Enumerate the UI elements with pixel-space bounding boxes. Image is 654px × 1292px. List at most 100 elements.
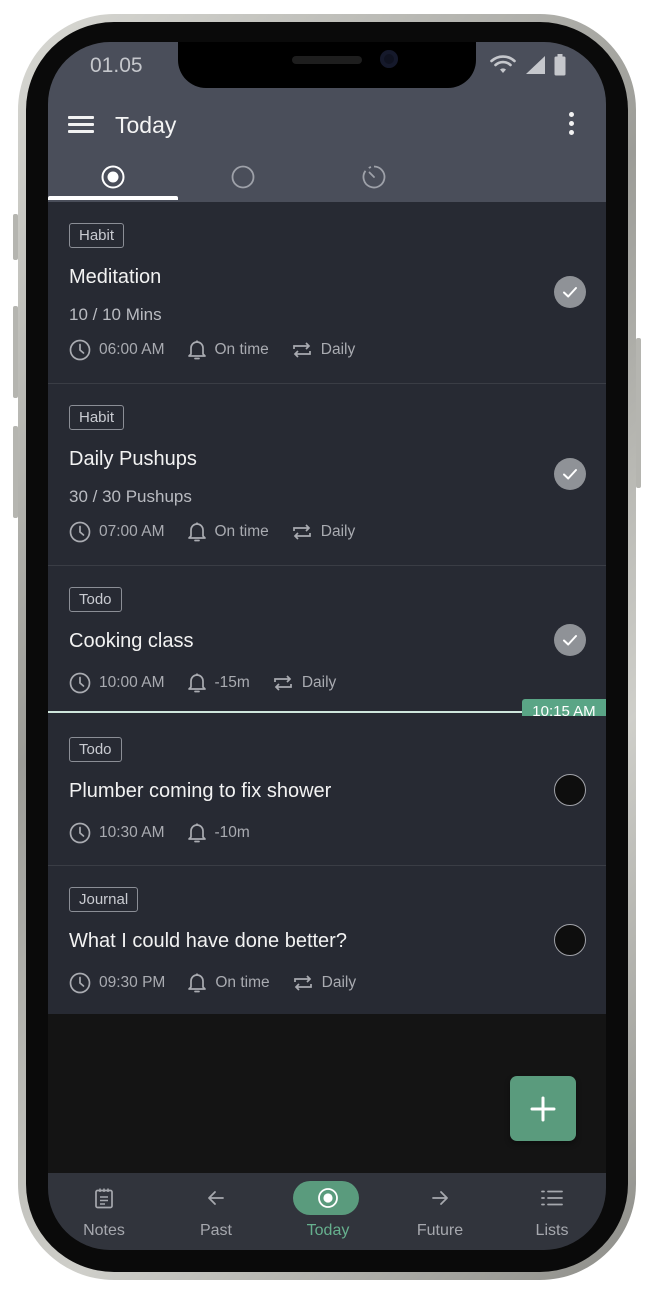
item-type-tag: Journal xyxy=(69,887,139,912)
screen: 01.05 Today Habit Meditation 10 / 10 Min… xyxy=(48,42,606,1250)
item-meta: 09:30 PM On time Daily xyxy=(69,972,378,994)
bell-icon xyxy=(187,673,206,693)
more-options-icon[interactable] xyxy=(566,110,576,138)
item-time: 09:30 PM xyxy=(69,972,165,994)
item-reminder: -10m xyxy=(187,822,250,844)
app-bar: 01.05 Today xyxy=(48,42,606,202)
nav-today[interactable]: Today xyxy=(272,1173,384,1250)
add-item-button[interactable] xyxy=(510,1076,576,1141)
item-title: What I could have done better? xyxy=(69,930,347,952)
time-label: 06:00 AM xyxy=(99,341,165,358)
repeat-label: Daily xyxy=(321,974,357,991)
page-title: Today xyxy=(115,112,177,138)
time-label: 07:00 AM xyxy=(99,523,165,540)
complete-checkbox[interactable] xyxy=(554,774,586,806)
repeat-label: Daily xyxy=(301,674,337,691)
battery-icon xyxy=(554,54,566,76)
nav-past[interactable]: Past xyxy=(160,1173,272,1250)
item-meta: 10:30 AM -10m xyxy=(69,822,272,844)
clock-icon xyxy=(69,972,91,994)
reminder-label: -10m xyxy=(214,824,250,841)
item-time: 07:00 AM xyxy=(69,521,165,543)
item-title: Plumber coming to fix shower xyxy=(69,780,332,802)
nav-label: Past xyxy=(199,1222,232,1239)
time-label: 10:30 AM xyxy=(99,824,165,841)
list-item[interactable]: Todo Cooking class 10:00 AM -15m Daily xyxy=(48,566,606,706)
reminder-label: On time xyxy=(215,974,270,991)
repeat-label: Daily xyxy=(320,523,356,540)
nav-label: Notes xyxy=(83,1222,125,1239)
reminder-label: -15m xyxy=(214,674,250,691)
item-time: 06:00 AM xyxy=(69,339,165,361)
complete-checkbox[interactable] xyxy=(554,624,586,656)
tab-pending[interactable] xyxy=(178,152,308,202)
item-progress: 10 / 10 Mins xyxy=(69,305,162,324)
list-item[interactable]: Journal What I could have done better? 0… xyxy=(48,866,606,1014)
radio-selected-icon xyxy=(318,1188,338,1208)
clock-icon xyxy=(69,822,91,844)
front-camera xyxy=(380,50,398,68)
item-reminder: On time xyxy=(187,339,269,361)
action-button xyxy=(13,214,18,260)
speaker xyxy=(292,56,362,64)
clock-icon xyxy=(69,339,91,361)
repeat-label: Daily xyxy=(320,341,356,358)
status-time: 01.05 xyxy=(90,54,143,77)
radio-selected-icon xyxy=(101,165,125,189)
current-time-line xyxy=(48,711,522,713)
nav-lists[interactable]: Lists xyxy=(496,1173,606,1250)
list-item[interactable]: Habit Daily Pushups 30 / 30 Pushups 07:0… xyxy=(48,384,606,566)
clock-icon xyxy=(69,521,91,543)
complete-checkbox[interactable] xyxy=(554,458,586,490)
item-type-tag: Todo xyxy=(69,737,122,762)
check-icon xyxy=(563,635,577,646)
cellular-signal-icon xyxy=(526,56,545,74)
bell-icon xyxy=(187,823,206,843)
item-type-tag: Todo xyxy=(69,587,122,612)
time-label: 10:00 AM xyxy=(99,674,165,691)
item-repeat: Daily xyxy=(291,339,355,361)
menu-icon[interactable] xyxy=(68,114,94,134)
tab-history[interactable] xyxy=(309,152,439,202)
item-repeat: Daily xyxy=(272,672,336,694)
item-progress: 30 / 30 Pushups xyxy=(69,487,192,506)
item-title: Daily Pushups xyxy=(69,448,197,470)
item-meta: 10:00 AM -15m Daily xyxy=(69,672,358,694)
reminder-label: On time xyxy=(214,523,269,540)
nav-label: Lists xyxy=(535,1222,569,1239)
bell-icon xyxy=(188,973,207,993)
repeat-icon xyxy=(292,524,311,540)
complete-checkbox[interactable] xyxy=(554,924,586,956)
nav-notes[interactable]: Notes xyxy=(48,1173,160,1250)
repeat-icon xyxy=(293,975,312,991)
item-type-tag: Habit xyxy=(69,223,125,248)
check-icon xyxy=(563,287,577,298)
item-reminder: On time xyxy=(187,521,269,543)
reminder-label: On time xyxy=(214,341,269,358)
bell-icon xyxy=(187,522,206,542)
task-list: Habit Meditation 10 / 10 Mins 06:00 AM O… xyxy=(48,202,606,1014)
progress-circle-icon xyxy=(362,165,386,189)
list-item[interactable]: Habit Meditation 10 / 10 Mins 06:00 AM O… xyxy=(48,202,606,384)
clock-icon xyxy=(69,672,91,694)
plus-icon xyxy=(530,1096,556,1121)
item-meta: 07:00 AM On time Daily xyxy=(69,521,377,543)
list-icon xyxy=(541,1190,563,1206)
complete-checkbox[interactable] xyxy=(554,276,586,308)
repeat-icon xyxy=(292,342,311,358)
nav-label: Today xyxy=(306,1222,350,1239)
nav-future[interactable]: Future xyxy=(384,1173,496,1250)
time-label: 09:30 PM xyxy=(99,974,166,991)
wifi-icon xyxy=(490,55,516,73)
item-reminder: -15m xyxy=(187,672,250,694)
notes-icon xyxy=(95,1188,113,1209)
item-time: 10:00 AM xyxy=(69,672,165,694)
tab-today[interactable] xyxy=(48,152,178,202)
selected-tab-indicator xyxy=(48,196,178,200)
list-item[interactable]: Todo Plumber coming to fix shower 10:30 … xyxy=(48,716,606,866)
power-button xyxy=(636,338,641,488)
item-title: Cooking class xyxy=(69,630,194,652)
volume-down-button xyxy=(13,426,18,518)
circle-outline-icon xyxy=(231,165,255,189)
item-meta: 06:00 AM On time Daily xyxy=(69,339,377,361)
